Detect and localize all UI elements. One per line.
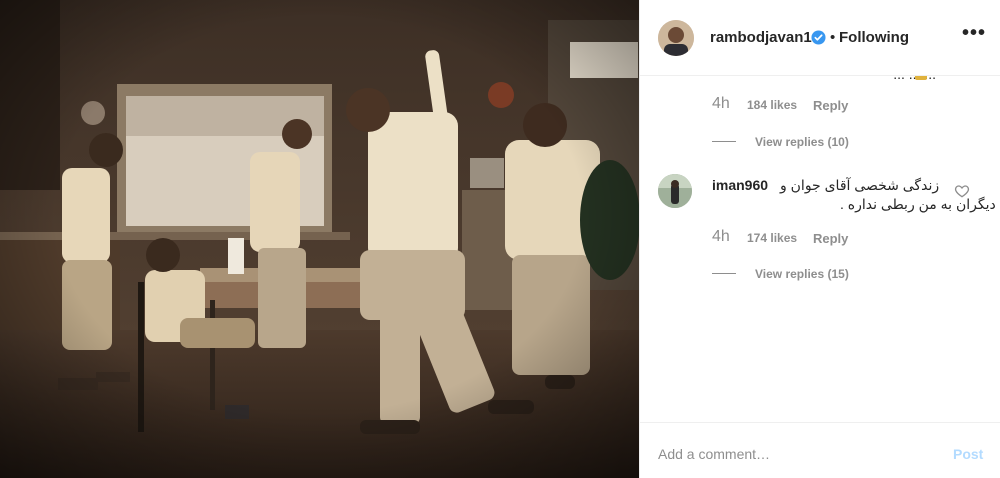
kitchen-scene-image: [0, 0, 639, 478]
emoji-icon: [915, 76, 927, 80]
following-button[interactable]: Following: [839, 29, 909, 46]
author-username[interactable]: rambodjavan1: [710, 29, 812, 46]
verified-badge-icon: [811, 30, 826, 45]
reply-button[interactable]: Reply: [813, 98, 848, 113]
more-options-icon[interactable]: •••: [962, 23, 985, 48]
heart-outline-icon[interactable]: [954, 183, 970, 199]
view-replies-line: [712, 141, 736, 142]
reply-button[interactable]: Reply: [813, 231, 848, 246]
commenter-avatar[interactable]: [658, 174, 692, 208]
add-comment-bar: Post: [640, 422, 1000, 478]
add-comment-input[interactable]: [658, 443, 928, 465]
post-comment-button[interactable]: Post: [953, 446, 983, 462]
view-replies-button[interactable]: View replies (10): [755, 135, 849, 149]
view-replies-button[interactable]: View replies (15): [755, 267, 849, 281]
comment-time: 4h: [712, 95, 730, 112]
post-photo[interactable]: [0, 0, 639, 478]
comment-text-line2: دیگران به من ربطی نداره .: [840, 196, 996, 212]
header-separator: •: [830, 29, 836, 46]
post-header: rambodjavan1 • Following •••: [640, 0, 1000, 76]
comment-text: ... ... ...: [706, 76, 936, 82]
comment-likes[interactable]: 184 likes: [747, 98, 797, 112]
author-avatar[interactable]: [658, 20, 694, 56]
post-detail-panel: rambodjavan1 • Following ••• ... ... ...…: [639, 0, 1000, 478]
comments-list: ... ... ... 4h 184 likes Reply View repl…: [640, 76, 1000, 422]
commenter-username[interactable]: iman960: [712, 177, 768, 193]
view-replies-line: [712, 273, 736, 274]
comment-time: 4h: [712, 228, 730, 245]
comment-likes[interactable]: 174 likes: [747, 231, 797, 245]
comment-text-line1: زندگی شخصی آقای جوان و: [780, 177, 940, 193]
